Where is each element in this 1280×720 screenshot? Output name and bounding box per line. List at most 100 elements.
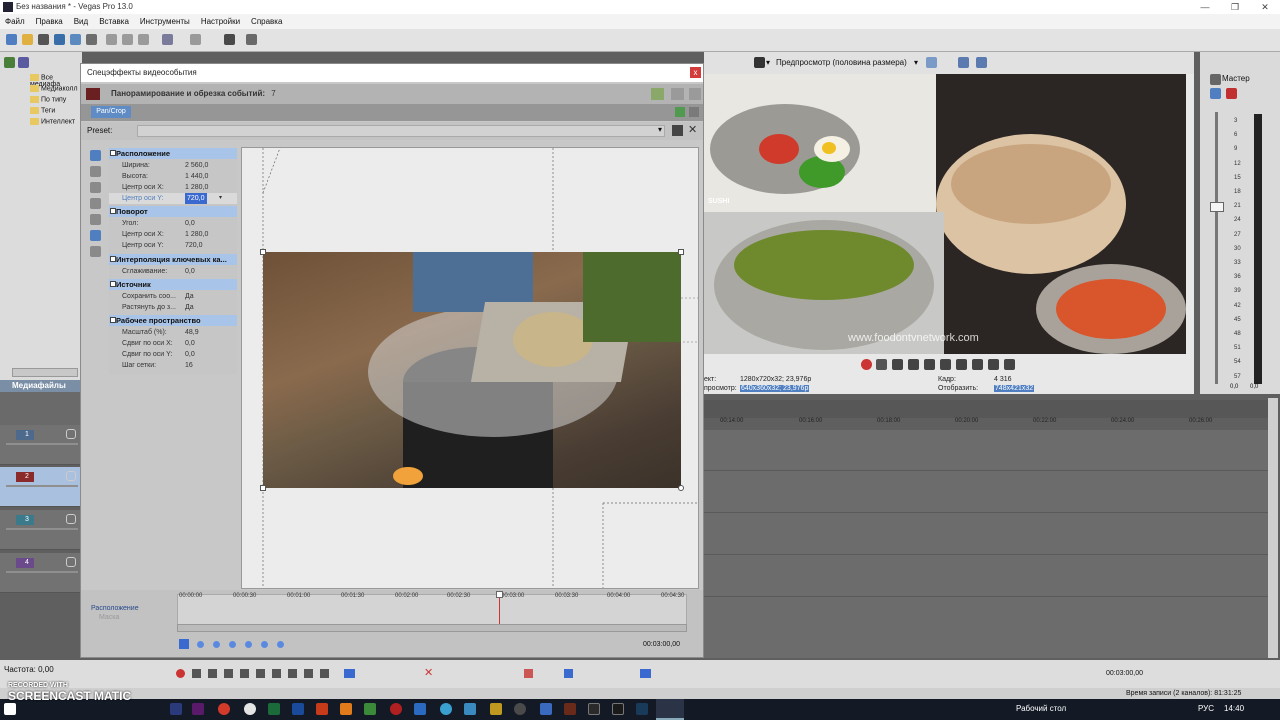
menu-file[interactable]: Файл <box>0 14 31 29</box>
prop-grid-spacing[interactable]: Шаг сетки: 16 <box>109 360 237 371</box>
collapse-icon[interactable] <box>110 317 116 323</box>
fx-plugin-chooser-icon[interactable] <box>689 88 701 100</box>
app-icon[interactable] <box>588 703 600 715</box>
tree-toolbar-icon[interactable] <box>4 57 15 68</box>
copy-icon[interactable] <box>122 34 133 45</box>
premiere-icon[interactable] <box>192 703 204 715</box>
minimize-button[interactable]: — <box>1190 0 1220 14</box>
undo-icon[interactable] <box>162 34 173 45</box>
auto-ripple-icon[interactable] <box>564 669 573 678</box>
preview-quality-dropdown[interactable]: Предпросмотр (половина размера) <box>776 52 907 74</box>
render-icon[interactable] <box>70 34 81 45</box>
track-fx-icon[interactable] <box>66 471 76 481</box>
section-source[interactable]: Источник <box>109 279 237 290</box>
redo-icon[interactable] <box>190 34 201 45</box>
center-y-input[interactable]: 720,0 <box>185 193 207 204</box>
remove-fx-icon[interactable] <box>689 107 699 117</box>
section-workspace[interactable]: Рабочее пространство <box>109 315 237 326</box>
go-to-start-icon[interactable] <box>272 669 281 678</box>
tree-view-icon[interactable] <box>18 57 29 68</box>
track-fx-icon[interactable] <box>66 429 76 439</box>
spinner-icon[interactable]: ▾ <box>219 193 222 204</box>
stop-icon[interactable] <box>940 359 951 370</box>
cut-icon[interactable] <box>106 34 117 45</box>
track-fx-icon[interactable] <box>66 514 76 524</box>
open-folder-icon[interactable] <box>22 34 33 45</box>
enable-rotation-icon[interactable] <box>90 198 101 209</box>
archive-icon[interactable] <box>490 703 502 715</box>
pan-crop-canvas[interactable] <box>241 147 699 589</box>
excel-icon[interactable] <box>268 703 280 715</box>
prop-height[interactable]: Высота: 1 440,0 <box>109 171 237 182</box>
save-snapshot-icon[interactable] <box>976 57 987 68</box>
timeline-ruler[interactable]: 00:14:00 00:16:00 00:18:00 00:20:00 00:2… <box>704 418 1270 430</box>
loop-icon[interactable] <box>192 669 201 678</box>
prev-keyframe-icon[interactable] <box>213 641 220 648</box>
timeline-vertical-scrollbar[interactable] <box>1268 398 1278 658</box>
keyframe-ruler[interactable]: 00:00:00 00:00:30 00:01:00 00:01:30 00:0… <box>177 593 687 603</box>
yandex-icon[interactable] <box>244 703 256 715</box>
keyframe-scrollbar[interactable] <box>177 624 687 632</box>
word-icon[interactable] <box>292 703 304 715</box>
go-to-start-icon[interactable] <box>956 359 967 370</box>
show-properties-icon[interactable] <box>90 150 101 161</box>
pan-crop-tab[interactable]: Pan/Crop <box>91 106 131 118</box>
source-video-frame[interactable] <box>263 252 681 488</box>
next-frame-icon[interactable] <box>1004 359 1015 370</box>
timeline-tracks[interactable] <box>704 430 1270 658</box>
play-from-start-icon[interactable] <box>892 359 903 370</box>
cursor-handle[interactable] <box>496 591 503 598</box>
master-fader-track[interactable] <box>1215 112 1218 384</box>
first-keyframe-icon[interactable] <box>197 641 204 648</box>
prop-rot-center-x[interactable]: Центр оси X: 1 280,0 <box>109 229 237 240</box>
crop-handle-bl[interactable] <box>260 485 266 491</box>
kf-track-mask[interactable]: Маска <box>99 614 119 621</box>
dialog-close-button[interactable]: x <box>690 67 701 78</box>
kf-track-position[interactable]: Расположение <box>91 605 139 612</box>
desktop-toolbar[interactable]: Рабочий стол <box>1016 704 1066 713</box>
prop-center-y[interactable]: Центр оси Y: 720,0 ▾ <box>109 193 237 204</box>
prop-offset-y[interactable]: Сдвиг по оси Y: 0,0 <box>109 349 237 360</box>
zoom-tool-icon[interactable] <box>90 182 101 193</box>
tree-item-bytype[interactable]: По типу <box>30 96 66 103</box>
overlays-icon[interactable] <box>926 57 937 68</box>
app-icon[interactable] <box>540 703 552 715</box>
menu-insert[interactable]: Вставка <box>94 14 135 29</box>
size-about-center-icon[interactable] <box>90 246 101 257</box>
save-as-icon[interactable] <box>54 34 65 45</box>
app-icon[interactable] <box>440 703 452 715</box>
preview-settings-icon[interactable] <box>754 57 765 68</box>
prev-frame-icon[interactable] <box>304 669 313 678</box>
pause-icon[interactable] <box>240 669 249 678</box>
loop-icon[interactable] <box>876 359 887 370</box>
properties-icon[interactable] <box>86 34 97 45</box>
menu-options[interactable]: Настройки <box>196 14 246 29</box>
play-icon[interactable] <box>224 669 233 678</box>
start-icon[interactable] <box>4 703 16 715</box>
copy-snapshot-icon[interactable] <box>958 57 969 68</box>
powerpoint-icon[interactable] <box>316 703 328 715</box>
collapse-icon[interactable] <box>110 256 116 262</box>
media-tab[interactable]: Медиафайлы про <box>0 380 82 402</box>
delete-keyframe-icon[interactable] <box>245 641 252 648</box>
normal-edit-tool-icon[interactable] <box>344 669 355 678</box>
menu-view[interactable]: Вид <box>69 14 94 29</box>
section-position[interactable]: Расположение <box>109 148 237 159</box>
master-fx-icon[interactable] <box>1210 88 1221 99</box>
save-icon[interactable] <box>38 34 49 45</box>
delete-icon[interactable]: ✕ <box>424 668 433 679</box>
track-level-slider[interactable] <box>6 485 78 487</box>
track-header-2[interactable]: 2 <box>0 467 82 507</box>
pause-icon[interactable] <box>924 359 935 370</box>
paste-icon[interactable] <box>138 34 149 45</box>
master-fader-handle[interactable] <box>1210 202 1224 212</box>
photoshop-icon[interactable] <box>170 703 182 715</box>
menu-edit[interactable]: Правка <box>31 14 69 29</box>
collapse-icon[interactable] <box>110 281 116 287</box>
save-preset-icon[interactable] <box>672 125 683 136</box>
section-interpolation[interactable]: Интерполяция ключевых ка... <box>109 254 237 265</box>
master-mute-icon[interactable] <box>1226 88 1237 99</box>
opera-icon[interactable] <box>390 703 402 715</box>
prop-width[interactable]: Ширина: 2 560,0 <box>109 160 237 171</box>
delete-preset-icon[interactable]: ✕ <box>688 124 700 136</box>
